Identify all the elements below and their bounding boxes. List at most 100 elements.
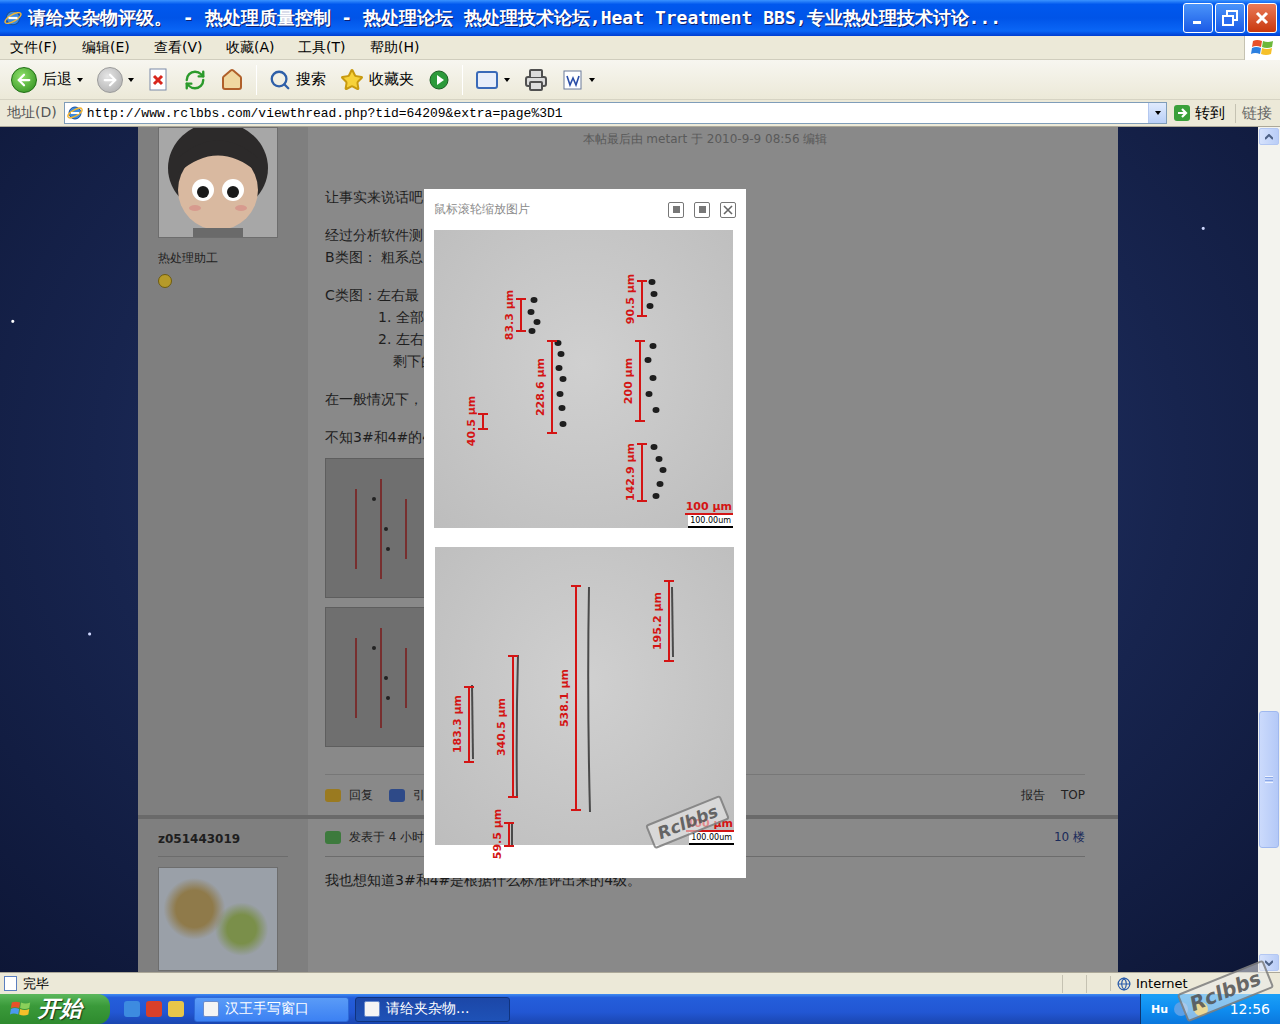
scroll-up-button[interactable]: [1259, 128, 1279, 145]
refresh-button[interactable]: [179, 63, 211, 97]
smiley-icon: [158, 274, 172, 288]
links-button[interactable]: 链接: [1235, 104, 1278, 123]
measurement-label: 90.5 μm: [624, 273, 637, 324]
reply-icon: [325, 789, 341, 802]
favorites-button[interactable]: 收藏夹: [335, 63, 419, 97]
measurement: 228.6 μm: [551, 340, 553, 434]
lightbox-header: 鼠标滚轮缩放图片: [424, 189, 746, 230]
window-controls: [1183, 3, 1277, 33]
post-floor[interactable]: 10 楼: [1054, 829, 1085, 846]
post-right-action[interactable]: 报告: [1021, 787, 1045, 804]
measurement-label: 83.3 μm: [503, 290, 516, 341]
scroll-track[interactable]: [1258, 146, 1280, 953]
start-button[interactable]: 开始: [0, 994, 110, 1024]
measurement: 200 μm: [639, 340, 641, 422]
measurement-tick: [637, 280, 647, 282]
task-button[interactable]: 请给夹杂物...: [355, 997, 510, 1022]
status-bar: 完毕Internet: [0, 972, 1280, 994]
forward-button[interactable]: [92, 63, 139, 97]
online-icon: [325, 831, 341, 844]
measurement-tick: [547, 340, 557, 342]
printer-icon: [524, 68, 548, 92]
home-button[interactable]: [215, 63, 249, 97]
search-button[interactable]: 搜索: [264, 63, 331, 97]
menu-item[interactable]: 工具(T): [288, 39, 360, 57]
measurement-tick: [478, 413, 488, 415]
measurement-tick: [635, 340, 645, 342]
inclusions-drawing: [435, 547, 734, 845]
post-action[interactable]: 回复: [325, 787, 373, 804]
go-button[interactable]: 转到: [1171, 104, 1231, 123]
ie-launch-icon[interactable]: [124, 1001, 140, 1017]
post-action[interactable]: 引: [389, 787, 425, 804]
menu-item[interactable]: 收藏(A): [216, 39, 288, 57]
micrograph: 183.3 μm340.5 μm538.1 μm195.2 μm59.5 μm1…: [435, 547, 734, 845]
folder-launch-icon[interactable]: [168, 1001, 184, 1017]
page-icon: [4, 976, 17, 991]
menu-list: 文件(F)编辑(E)查看(V)收藏(A)工具(T)帮助(H): [0, 39, 1244, 57]
edit-button[interactable]: [557, 63, 600, 97]
close-icon: [1254, 10, 1270, 26]
dropdown-caret[interactable]: [504, 78, 510, 82]
open-new-window-icon[interactable]: [668, 202, 684, 218]
scroll-thumb[interactable]: [1259, 711, 1279, 848]
post-right-action[interactable]: TOP: [1061, 788, 1085, 802]
measurement-tick: [508, 796, 518, 798]
maximize-button[interactable]: [1215, 3, 1245, 33]
app-launch-icon[interactable]: [146, 1001, 162, 1017]
up-arrow-icon: [1265, 134, 1273, 140]
ie-icon: [4, 9, 22, 27]
print-button[interactable]: [519, 63, 553, 97]
mail-icon: [475, 68, 499, 92]
measurement-tick: [478, 428, 488, 430]
address-field[interactable]: http://www.rclbbs.com/viewthread.php?tid…: [64, 102, 1167, 124]
menu-item[interactable]: 文件(F): [0, 39, 72, 57]
measurement-label: 59.5 μm: [491, 809, 504, 860]
toolbar: 后退 搜索收藏夹: [0, 60, 1280, 100]
measurement-label: 200 μm: [622, 358, 635, 404]
menu-bar: 文件(F)编辑(E)查看(V)收藏(A)工具(T)帮助(H): [0, 36, 1280, 60]
dropdown-caret[interactable]: [128, 78, 134, 82]
toolbar-separator: [256, 65, 257, 95]
quote-icon: [389, 789, 405, 802]
close-lightbox-icon[interactable]: [720, 202, 736, 218]
go-arrow-icon: [1173, 104, 1191, 122]
author-name[interactable]: z051443019: [158, 819, 288, 857]
quick-launch: [110, 1001, 194, 1017]
browser-viewport: 热处理助工本帖最后由 metart 于 2010-9-9 08:56 编辑让事实…: [0, 127, 1280, 972]
measurement-tick: [464, 761, 474, 763]
restore-icon: [1222, 10, 1238, 26]
measurement-tick: [516, 330, 526, 332]
address-dropdown[interactable]: [1148, 103, 1166, 123]
windows-flag-icon: [10, 999, 32, 1019]
dropdown-caret[interactable]: [589, 78, 595, 82]
task-icon: [364, 1001, 380, 1017]
dropdown-caret[interactable]: [77, 78, 83, 82]
author-avatar[interactable]: [158, 867, 278, 971]
measurement-tick: [516, 298, 526, 300]
refresh-icon: [184, 69, 206, 91]
close-button[interactable]: [1247, 3, 1277, 33]
scrollbar[interactable]: [1258, 127, 1280, 972]
home-icon: [220, 68, 244, 92]
menu-item[interactable]: 编辑(E): [72, 39, 144, 57]
minimize-button[interactable]: [1183, 3, 1213, 33]
stop-button[interactable]: [143, 63, 175, 97]
task-button[interactable]: 汉王手写窗口: [194, 997, 349, 1022]
measurement-label: 40.5 μm: [465, 396, 478, 447]
status-cell: [1062, 975, 1086, 993]
back-button[interactable]: 后退: [6, 63, 88, 97]
windows-logo: [1244, 36, 1280, 60]
toolbar-separator: [462, 65, 463, 95]
media-button[interactable]: [423, 63, 455, 97]
ime-indicator[interactable]: Hu: [1151, 1003, 1168, 1016]
menu-item[interactable]: 帮助(H): [360, 39, 432, 57]
original-size-icon[interactable]: [694, 202, 710, 218]
mail-button[interactable]: [470, 63, 515, 97]
address-url[interactable]: http://www.rclbbs.com/viewthread.php?tid…: [87, 106, 1144, 121]
author-avatar[interactable]: [158, 127, 278, 238]
scale-label: 100 μm: [685, 501, 733, 515]
measurement: 183.3 μm: [468, 686, 470, 763]
menu-item[interactable]: 查看(V): [144, 39, 216, 57]
clock: 12:56: [1230, 1001, 1270, 1017]
